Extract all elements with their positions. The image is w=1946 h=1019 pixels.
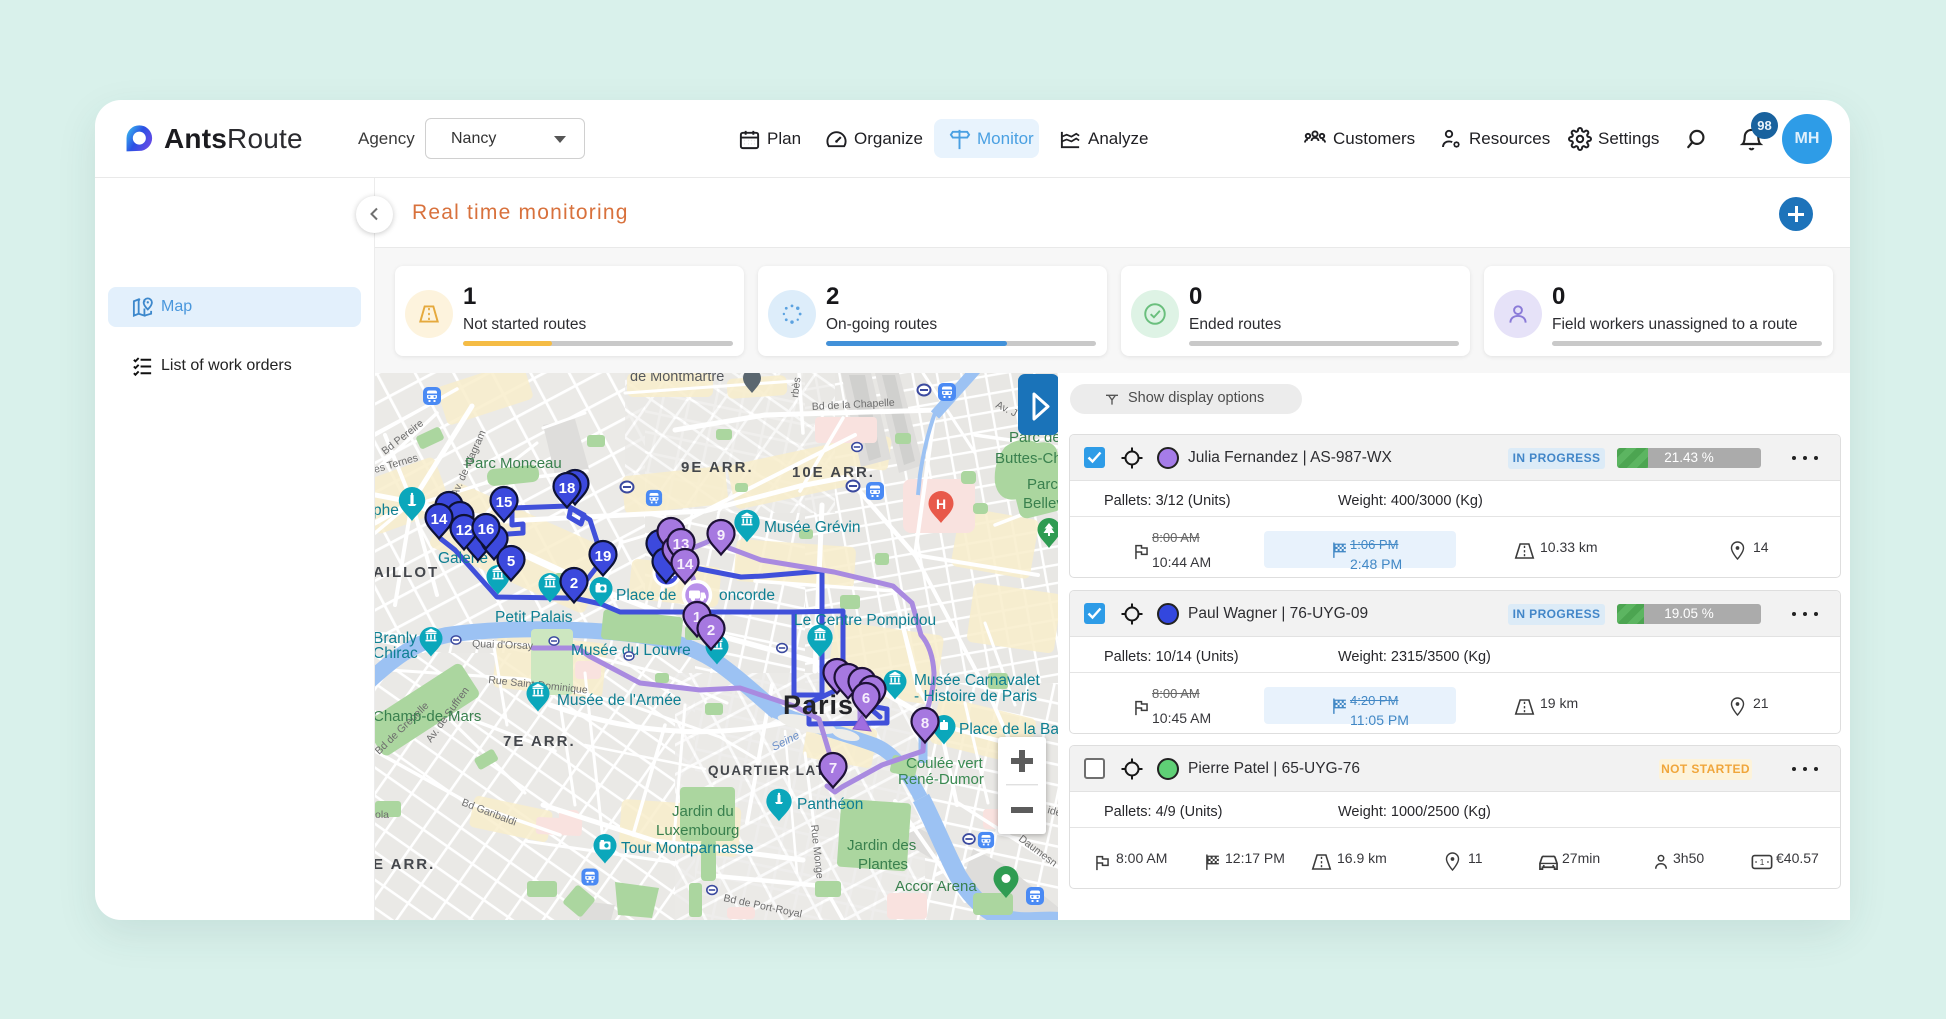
svg-text:14: 14 [431,511,448,528]
svg-text:Luxembourg: Luxembourg [656,822,739,839]
svg-text:8: 8 [921,715,929,732]
svg-text:Place de: Place de [616,587,676,604]
svg-text:Plantes: Plantes [858,856,908,873]
svg-text:Quai d'Orsay: Quai d'Orsay [472,638,534,652]
svg-text:9E ARR.: 9E ARR. [681,459,754,476]
svg-text:E ARR.: E ARR. [375,856,435,873]
svg-text:2: 2 [570,575,578,592]
svg-text:H: H [936,496,946,512]
svg-text:Musée Grévin: Musée Grévin [764,519,860,536]
svg-text:rbès: rbès [789,377,803,399]
svg-text:Bellev: Bellev [1023,495,1058,512]
svg-text:Chirac: Chirac [375,645,418,662]
svg-text:QUARTIER LAT: QUARTIER LAT [708,763,826,778]
svg-text:Panthéon: Panthéon [797,796,863,813]
svg-text:Champ-de-Mars: Champ-de-Mars [375,708,481,725]
svg-text:oncorde: oncorde [719,587,775,604]
svg-text:Jardin du: Jardin du [672,803,734,820]
svg-text:5: 5 [507,553,515,570]
svg-text:Musée Carnavalet: Musée Carnavalet [914,672,1040,689]
svg-text:René-Dumor: René-Dumor [898,771,984,788]
svg-text:7: 7 [829,760,837,777]
svg-text:1: 1 [1760,858,1765,867]
svg-text:12: 12 [456,522,473,539]
svg-text:18: 18 [559,480,576,497]
svg-text:phe: phe [375,502,399,519]
svg-text:19: 19 [595,548,612,565]
svg-text:15: 15 [496,494,513,511]
svg-text:Place de la Ba: Place de la Ba [959,721,1058,738]
svg-text:Parc Monceau: Parc Monceau [465,455,562,472]
svg-text:9: 9 [717,527,725,544]
svg-text:AILLOT: AILLOT [375,564,439,581]
svg-text:16: 16 [478,521,495,538]
svg-text:7E ARR.: 7E ARR. [503,733,576,750]
svg-text:Coulée vert: Coulée vert [906,755,984,772]
svg-text:Parc: Parc [1027,476,1058,493]
svg-text:Tour Montparnasse: Tour Montparnasse [621,840,754,857]
svg-text:10E ARR.: 10E ARR. [792,464,875,481]
svg-text:2: 2 [707,622,715,639]
svg-text:6: 6 [862,690,870,707]
svg-text:14: 14 [677,556,694,573]
svg-text:- Histoire de Paris: - Histoire de Paris [914,688,1037,705]
svg-text:ola: ola [375,809,389,821]
svg-text:de Montmartre: de Montmartre [630,373,724,385]
svg-text:Musée de l'Armée: Musée de l'Armée [557,692,681,709]
svg-text:Buttes-Chau: Buttes-Chau [995,450,1058,467]
svg-text:Jardin des: Jardin des [847,837,916,854]
svg-text:Accor Arena: Accor Arena [895,878,977,895]
svg-text:Petit Palais: Petit Palais [495,609,573,626]
